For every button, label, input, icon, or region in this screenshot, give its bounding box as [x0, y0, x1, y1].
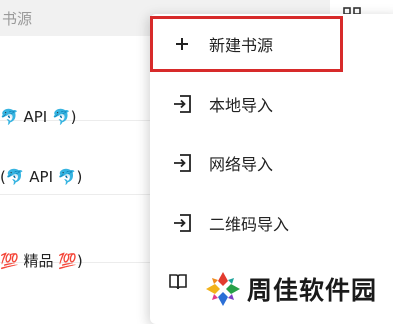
list-item-label: 🐬 API 🐬): [0, 108, 77, 126]
highlight-box: [150, 16, 343, 72]
menu-item-local-import[interactable]: 本地导入: [150, 76, 393, 132]
menu-item-label: 网络导入: [209, 155, 274, 174]
menu-item-network-import[interactable]: 网络导入: [150, 135, 393, 191]
import-icon: [172, 153, 192, 173]
search-placeholder: 书源: [2, 10, 33, 28]
watermark-text: 周佳软件园: [247, 276, 378, 305]
watermark-logo-icon: [206, 272, 240, 306]
menu-item-label: 本地导入: [209, 96, 274, 115]
menu-item-label: 二维码导入: [209, 215, 290, 234]
watermark: 周佳软件园: [203, 266, 393, 312]
import-icon: [172, 94, 192, 114]
list-item-label: 💯 精品 💯): [0, 252, 83, 270]
list-item-label: (🐬 API 🐬): [0, 168, 83, 186]
menu-item-qrcode-import[interactable]: 二维码导入: [150, 195, 393, 251]
book-icon: [168, 272, 188, 292]
import-icon: [172, 213, 192, 233]
